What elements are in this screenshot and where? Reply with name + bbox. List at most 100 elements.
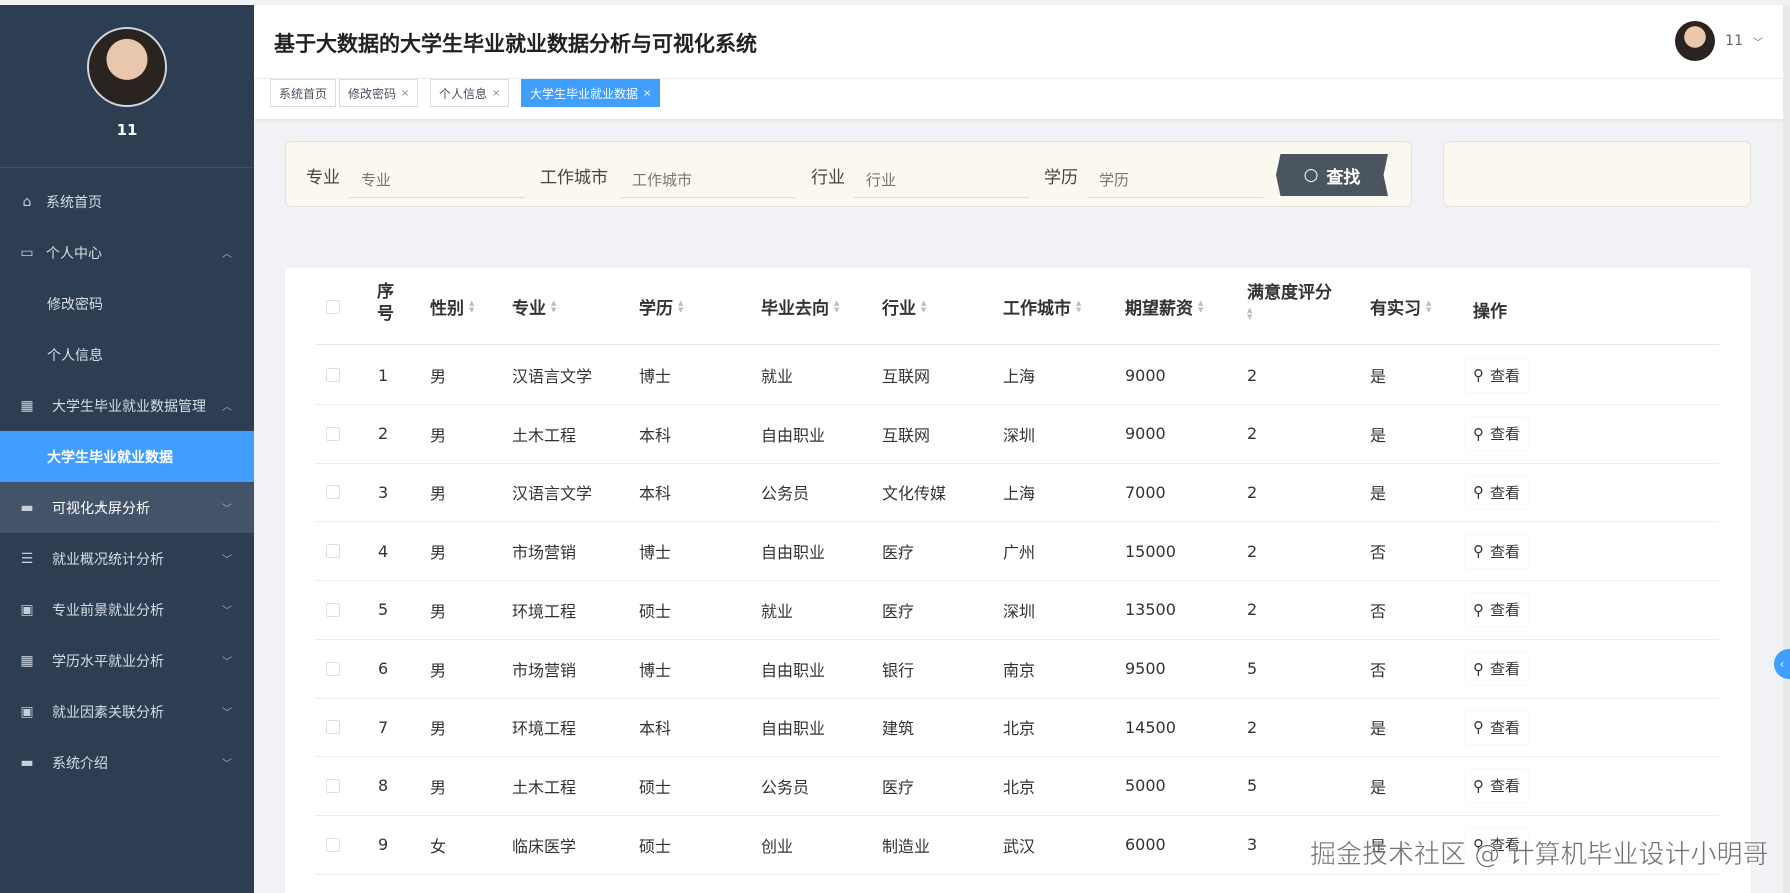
- view-button[interactable]: ⚲ 查看: [1465, 593, 1529, 627]
- industry-filter: 行业: [811, 142, 1030, 208]
- view-button[interactable]: ⚲ 查看: [1465, 358, 1529, 392]
- cell-salary: 6000: [1125, 835, 1166, 855]
- close-icon[interactable]: ×: [401, 88, 409, 99]
- col-destination[interactable]: 毕业去向 ▲ ▼: [761, 294, 839, 319]
- cell-education: 本科: [639, 484, 672, 504]
- cell-gender: 男: [430, 777, 447, 797]
- search-icon: ⚲: [1473, 542, 1484, 561]
- avatar[interactable]: [87, 27, 167, 107]
- major-input[interactable]: [349, 162, 525, 198]
- education-input[interactable]: [1087, 162, 1263, 198]
- sidebar-item-system-intro[interactable]: ▬ 系统介绍 ﹀: [0, 737, 254, 788]
- sidebar-item-home[interactable]: ⌂ 系统首页: [0, 176, 254, 227]
- cell-satisfaction: 5: [1247, 659, 1258, 678]
- tab-personal-info[interactable]: 个人信息 ×: [430, 79, 510, 107]
- col-education[interactable]: 学历 ▲ ▼: [639, 294, 683, 319]
- sidebar-item-label: 系统首页: [46, 194, 102, 211]
- row-checkbox[interactable]: [326, 698, 340, 756]
- sidebar-item-label: 学历水平就业分析: [52, 653, 164, 670]
- sidebar-item-personal-info[interactable]: 个人信息: [0, 329, 254, 380]
- wallet-icon: ▭: [20, 244, 34, 261]
- tags-bar: 系统首页 修改密码 × 个人信息 × 大学生毕业就业数据 ×: [254, 79, 1783, 119]
- col-label: 专业: [512, 299, 546, 319]
- tab-label: 个人信息: [439, 86, 488, 101]
- search-button[interactable]: ○ 查找: [1276, 154, 1388, 196]
- col-major[interactable]: 专业 ▲ ▼: [512, 294, 556, 319]
- sidebar-item-change-password[interactable]: 修改密码: [0, 278, 254, 329]
- view-button[interactable]: ⚲ 查看: [1465, 475, 1529, 509]
- cell-city: 上海: [1003, 367, 1036, 386]
- collapse-handle-icon[interactable]: ‹: [1774, 649, 1790, 679]
- sidebar-item-data-management[interactable]: ▦ 大学生毕业就业数据管理 ︿: [0, 380, 254, 431]
- sidebar-item-major-prospects[interactable]: ▣ 专业前景就业分析 ﹀: [0, 584, 254, 635]
- row-checkbox[interactable]: [326, 581, 340, 639]
- cell-education: 博士: [639, 660, 672, 680]
- major-filter: 专业: [306, 142, 525, 208]
- cell-industry: 互联网: [882, 367, 931, 386]
- row-checkbox[interactable]: [326, 640, 340, 698]
- cell-satisfaction: 2: [1247, 600, 1258, 620]
- col-gender[interactable]: 性别 ▲ ▼: [430, 294, 474, 319]
- sidebar-item-education-level[interactable]: ▦ 学历水平就业分析 ﹀: [0, 635, 254, 686]
- col-city[interactable]: 工作城市 ▲ ▼: [1003, 294, 1081, 319]
- cell-salary: 5000: [1125, 776, 1166, 796]
- close-icon[interactable]: ×: [643, 88, 651, 99]
- col-internship[interactable]: 有实习 ▲ ▼: [1370, 294, 1431, 319]
- view-button[interactable]: ⚲ 查看: [1465, 652, 1529, 685]
- select-all-checkbox[interactable]: [326, 300, 340, 314]
- col-industry[interactable]: 行业 ▲ ▼: [882, 294, 926, 319]
- view-button-label: 查看: [1490, 777, 1521, 796]
- cell-major: 环境工程: [512, 601, 577, 621]
- col-satisfaction[interactable]: 满意度评分 ▲ ▼: [1247, 278, 1332, 321]
- cell-internship: 是: [1370, 719, 1387, 739]
- cell-internship: 是: [1370, 425, 1387, 445]
- chevron-down-icon: ﹀: [222, 555, 232, 566]
- cell-destination: 自由职业: [761, 543, 826, 563]
- view-button[interactable]: ⚲ 查看: [1465, 417, 1529, 451]
- row-checkbox[interactable]: [326, 346, 340, 404]
- tab-employment-data[interactable]: 大学生毕业就业数据 ×: [521, 79, 661, 107]
- close-icon[interactable]: ×: [492, 88, 500, 99]
- row-checkbox[interactable]: [326, 757, 340, 815]
- view-button[interactable]: ⚲ 查看: [1465, 534, 1529, 568]
- grid-icon: ▦: [20, 397, 34, 414]
- cell-gender: 男: [430, 719, 447, 739]
- search-icon: ⚲: [1473, 366, 1484, 384]
- industry-input[interactable]: [854, 162, 1030, 198]
- chevron-down-icon: ﹀: [222, 504, 232, 515]
- row-checkbox[interactable]: [326, 405, 340, 463]
- cell-action: ⚲ 查看: [1465, 581, 1529, 639]
- cell-salary: 9500: [1125, 659, 1166, 678]
- city-input[interactable]: [620, 162, 796, 198]
- cell-salary: 9000: [1125, 365, 1166, 385]
- sidebar-item-visual-screen[interactable]: ▬ 可视化大屏分析 ﹀: [0, 482, 254, 533]
- tab-home[interactable]: 系统首页: [270, 79, 337, 107]
- sort-icon: ▲ ▼: [551, 298, 557, 314]
- view-button[interactable]: ⚲ 查看: [1465, 710, 1529, 744]
- tab-change-password[interactable]: 修改密码 ×: [339, 79, 419, 107]
- col-salary[interactable]: 期望薪资 ▲ ▼: [1125, 294, 1203, 319]
- sidebar-item-personal-center[interactable]: ▭ 个人中心 ︿: [0, 227, 254, 278]
- cell-city: 上海: [1003, 484, 1036, 504]
- sidebar-item-label: 系统介绍: [52, 755, 108, 772]
- cell-internship: 是: [1370, 367, 1387, 386]
- user-name: 11: [1725, 33, 1743, 49]
- view-button[interactable]: ⚲ 查看: [1465, 769, 1529, 803]
- cell-gender: 男: [430, 601, 447, 621]
- scrollbar[interactable]: [1783, 5, 1790, 893]
- sidebar-item-overview-stats[interactable]: ☰ 就业概况统计分析 ﹀: [0, 533, 254, 584]
- avatar[interactable]: [1675, 21, 1716, 61]
- cell-salary: 14500: [1125, 717, 1176, 737]
- sidebar-item-factor-correlation[interactable]: ▣ 就业因素关联分析 ﹀: [0, 686, 254, 737]
- sidebar-item-employment-data[interactable]: 大学生毕业就业数据: [0, 431, 254, 482]
- cell-satisfaction: 2: [1247, 482, 1258, 502]
- city-label: 工作城市: [540, 167, 608, 188]
- row-checkbox[interactable]: [326, 463, 340, 521]
- row-checkbox[interactable]: [326, 522, 340, 580]
- sort-icon: ▲ ▼: [834, 298, 840, 314]
- user-menu[interactable]: 11 ﹀: [1675, 21, 1763, 61]
- cell-city: 广州: [1003, 543, 1036, 563]
- sidebar-item-label: 个人信息: [47, 347, 103, 364]
- sort-icon: ▲ ▼: [469, 298, 475, 314]
- row-checkbox[interactable]: [326, 816, 340, 874]
